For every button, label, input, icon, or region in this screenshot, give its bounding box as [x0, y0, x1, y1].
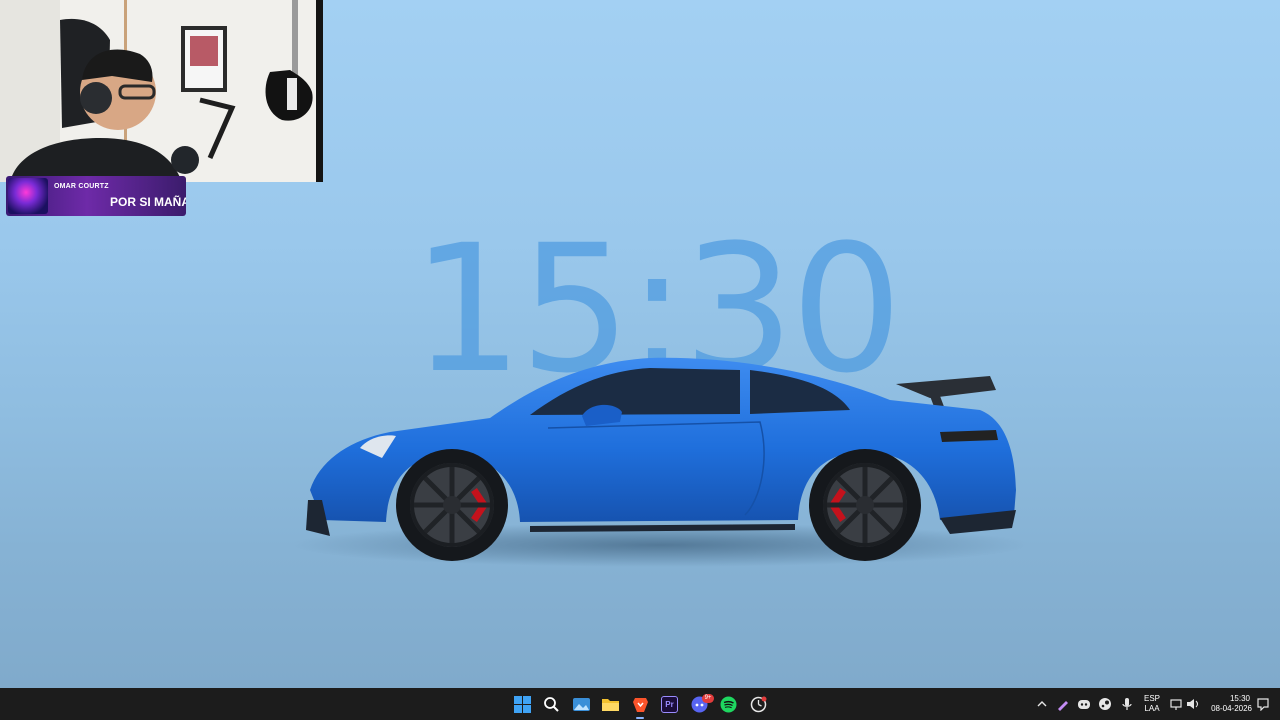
active-app-indicator	[636, 717, 644, 719]
discord-badge: 9+	[702, 694, 714, 703]
discord-tray-icon[interactable]	[1077, 697, 1091, 711]
notification-icon[interactable]	[1256, 697, 1270, 712]
network-icon[interactable]	[1170, 697, 1184, 711]
windows-start-icon[interactable]	[514, 696, 531, 713]
microphone-icon[interactable]	[1120, 697, 1134, 711]
brave-icon[interactable]	[632, 696, 649, 713]
chevron-up-icon[interactable]	[1035, 697, 1049, 711]
premiere-icon[interactable]: Pr	[661, 696, 678, 713]
tray-time[interactable]: 15:30	[1206, 694, 1250, 704]
spotify-icon[interactable]	[720, 696, 737, 713]
taskbar: Pr 9+ ESP LAA 15:30 08-04-2026	[0, 688, 1280, 720]
volume-icon[interactable]	[1186, 697, 1200, 711]
desktop: 15:30 OMAR COURTZ POR SI MAÑA	[0, 0, 1280, 688]
car-image	[290, 340, 1030, 570]
folder-icon[interactable]	[602, 696, 619, 713]
photos-icon[interactable]	[573, 696, 590, 713]
steam-tray-icon[interactable]	[1098, 697, 1112, 711]
clock-app-icon[interactable]	[750, 696, 767, 713]
pen-tray-icon[interactable]	[1056, 697, 1070, 711]
search-icon[interactable]	[543, 696, 560, 713]
car-illustration	[290, 357, 1030, 567]
webcam-overlay	[0, 0, 323, 182]
now-playing-title: POR SI MAÑA	[110, 195, 186, 209]
language-top[interactable]: ESP	[1140, 694, 1164, 704]
streamer-avatar	[8, 178, 48, 214]
now-playing-overlay: OMAR COURTZ POR SI MAÑA	[6, 176, 186, 216]
tray-date[interactable]: 08-04-2026	[1204, 704, 1252, 714]
streamer-name: OMAR COURTZ	[54, 183, 109, 190]
webcam-feed	[0, 0, 323, 182]
language-bottom[interactable]: LAA	[1140, 704, 1164, 714]
